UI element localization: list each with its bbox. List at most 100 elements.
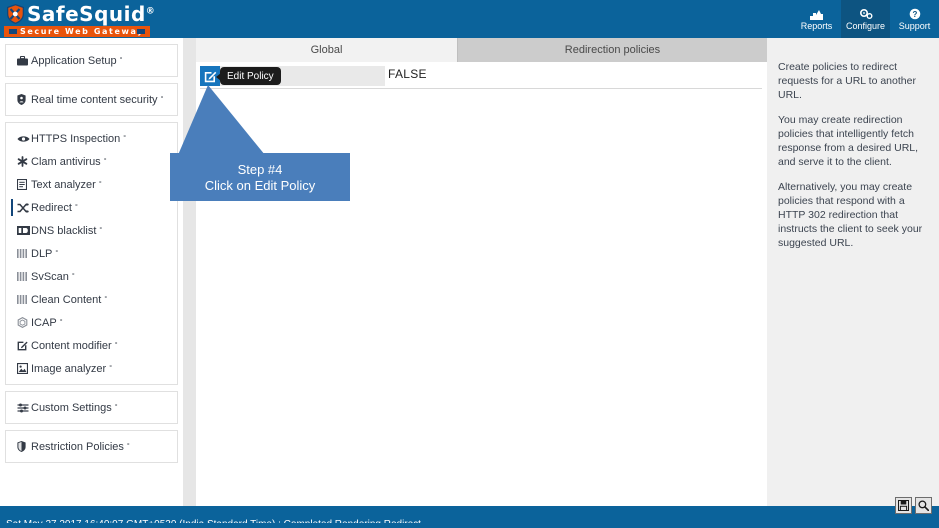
edit-square-icon xyxy=(204,71,216,82)
sidebar-item-custom-settings[interactable]: Custom Settings ° xyxy=(6,396,177,419)
sidebar-label: DLP xyxy=(31,247,53,260)
search-icon xyxy=(918,500,929,511)
sidebar-label: HTTPS Inspection xyxy=(31,132,121,145)
shuffle-icon xyxy=(17,202,31,213)
sidebar-badge: ° xyxy=(71,273,75,280)
sidebar-item-icap[interactable]: ICAP ° xyxy=(6,311,177,334)
sidebar-label: DNS blacklist xyxy=(31,224,97,237)
sidebar-item-application-setup[interactable]: Application Setup ° xyxy=(6,49,177,72)
sidebar-label: Content modifier xyxy=(31,339,112,352)
sidebar-item-https-inspection[interactable]: HTTPS Inspection ° xyxy=(6,127,177,150)
logo-registered: ® xyxy=(145,6,156,17)
sidebar: Application Setup ° Real time content se… xyxy=(0,38,183,506)
sidebar-group-custom: Custom Settings ° xyxy=(5,391,178,424)
sidebar-label: Clean Content xyxy=(31,293,102,306)
sidebar-group-security-modules: HTTPS Inspection ° Clam antivirus ° Text… xyxy=(5,122,178,385)
sidebar-badge: ° xyxy=(109,365,113,372)
image-icon xyxy=(17,363,31,374)
sidebar-label: Clam antivirus xyxy=(31,155,101,168)
briefcase-icon xyxy=(17,55,31,66)
sidebar-badge: ° xyxy=(98,181,102,188)
svg-text:?: ? xyxy=(912,10,917,19)
help-circle-icon: ? xyxy=(909,8,921,21)
edit-policy-tooltip: Edit Policy xyxy=(216,67,281,85)
sidebar-item-svscan[interactable]: SvScan ° xyxy=(6,265,177,288)
header-nav: Reports Configure ? Support xyxy=(792,0,939,38)
help-paragraph-3: Alternatively, you may create policies t… xyxy=(778,181,923,249)
logo-tagline: Secure Web Gateway xyxy=(20,27,145,36)
sidebar-group-realtime: Real time content security ° xyxy=(5,83,178,116)
nav-item-support[interactable]: ? Support xyxy=(890,0,939,38)
hexagon-icon xyxy=(17,317,31,328)
shield-icon xyxy=(17,441,31,452)
sidebar-badge: ° xyxy=(160,96,164,103)
document-icon xyxy=(17,179,31,190)
tagline-tick-left xyxy=(9,29,17,34)
sidebar-item-clean-content[interactable]: Clean Content ° xyxy=(6,288,177,311)
bars-icon xyxy=(17,249,31,258)
nav-label-reports: Reports xyxy=(800,20,833,31)
sidebar-label: Custom Settings xyxy=(31,401,112,414)
sidebar-badge: ° xyxy=(74,204,78,211)
asterisk-icon xyxy=(17,156,31,167)
nav-item-reports[interactable]: Reports xyxy=(792,0,841,38)
app-header: SafeSquid® Secure Web Gateway Reports Co… xyxy=(0,0,939,38)
eye-icon xyxy=(17,135,31,143)
callout-step-label: Step #4 xyxy=(237,161,283,177)
chart-icon xyxy=(810,8,823,21)
bars-icon xyxy=(17,295,31,304)
callout-instruction: Click on Edit Policy xyxy=(204,177,316,193)
nav-label-configure: Configure xyxy=(845,20,886,31)
help-paragraph-2: You may create redirection policies that… xyxy=(778,114,919,168)
sidebar-group-application: Application Setup ° xyxy=(5,44,178,77)
sidebar-group-restriction: Restriction Policies ° xyxy=(5,430,178,463)
shield-person-icon xyxy=(17,94,31,105)
edit-square-icon xyxy=(17,340,31,351)
sidebar-badge: ° xyxy=(99,227,103,234)
status-bar-buttons xyxy=(895,497,932,514)
status-bar-footer xyxy=(0,523,939,528)
help-panel: Create policies to redirect requests for… xyxy=(767,38,939,506)
tagline-tick-right xyxy=(137,29,145,34)
logo-name: SafeSquid xyxy=(27,2,146,26)
gears-icon xyxy=(859,8,873,21)
sidebar-badge: ° xyxy=(119,57,123,64)
sidebar-badge: ° xyxy=(123,135,127,142)
sidebar-label: Restriction Policies xyxy=(31,440,124,453)
sidebar-item-content-modifier[interactable]: Content modifier ° xyxy=(6,334,177,357)
sidebar-badge: ° xyxy=(126,443,130,450)
sidebar-gutter xyxy=(183,38,196,506)
tab-bar: Global Redirection policies xyxy=(196,38,767,62)
sidebar-item-restriction-policies[interactable]: Restriction Policies ° xyxy=(6,435,177,458)
tab-redirection-policies[interactable]: Redirection policies xyxy=(458,38,767,62)
sliders-icon xyxy=(17,403,31,413)
callout-step-4: Step #4 Click on Edit Policy xyxy=(170,153,350,201)
main-content: Global Redirection policies FALSE Edit P… xyxy=(196,38,767,506)
sidebar-label: Redirect xyxy=(31,201,72,214)
search-button[interactable] xyxy=(915,497,932,514)
sidebar-badge: ° xyxy=(104,296,108,303)
sidebar-label: Image analyzer xyxy=(31,362,107,375)
policy-row: FALSE Edit Policy xyxy=(196,64,767,91)
sidebar-badge: ° xyxy=(55,250,59,257)
sidebar-label: Text analyzer xyxy=(31,178,96,191)
policy-enabled-value: FALSE xyxy=(388,67,427,81)
sidebar-item-dlp[interactable]: DLP ° xyxy=(6,242,177,265)
save-button[interactable] xyxy=(895,497,912,514)
sidebar-item-real-time-content-security[interactable]: Real time content security ° xyxy=(6,88,177,111)
logo-wordmark: SafeSquid® xyxy=(27,2,155,26)
sidebar-item-image-analyzer[interactable]: Image analyzer ° xyxy=(6,357,177,380)
sidebar-badge: ° xyxy=(103,158,107,165)
app-root: SafeSquid® Secure Web Gateway Reports Co… xyxy=(0,0,939,528)
sidebar-item-text-analyzer[interactable]: Text analyzer ° xyxy=(6,173,177,196)
blacklist-icon xyxy=(17,226,31,235)
sidebar-item-dns-blacklist[interactable]: DNS blacklist ° xyxy=(6,219,177,242)
sidebar-badge: ° xyxy=(59,319,63,326)
sidebar-item-clam-antivirus[interactable]: Clam antivirus ° xyxy=(6,150,177,173)
sidebar-badge: ° xyxy=(114,404,118,411)
sidebar-label: SvScan xyxy=(31,270,69,283)
safesquid-logo[interactable]: SafeSquid® Secure Web Gateway xyxy=(4,2,155,37)
sidebar-item-redirect[interactable]: Redirect ° xyxy=(6,196,177,219)
tab-global[interactable]: Global xyxy=(196,38,458,62)
nav-item-configure[interactable]: Configure xyxy=(841,0,890,38)
